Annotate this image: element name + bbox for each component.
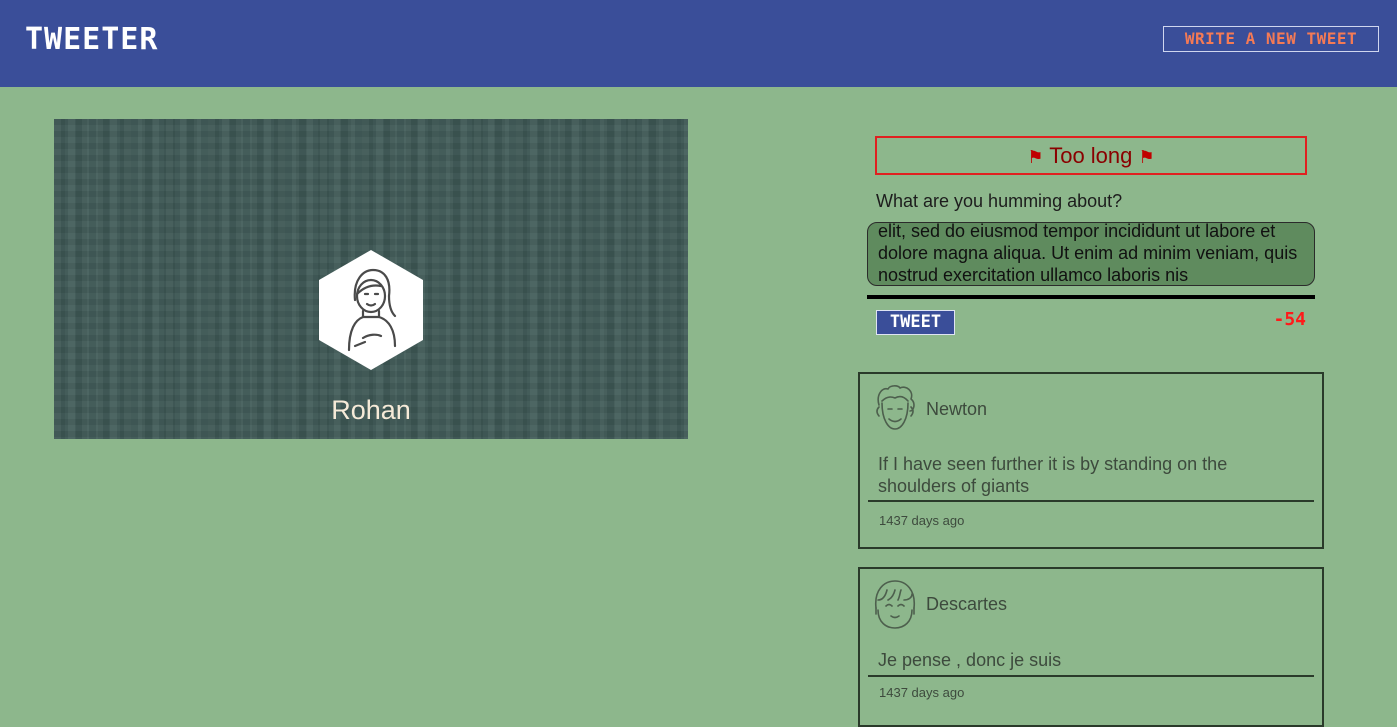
- top-nav: TWEETER WRITE A NEW TWEET: [0, 0, 1397, 87]
- tweet-body: If I have seen further it is by standing…: [878, 454, 1228, 496]
- tweet-submit-button[interactable]: TWEET: [876, 310, 955, 335]
- tweet-body: Je pense , donc je suis: [878, 650, 1062, 670]
- tweet-divider: [868, 500, 1314, 502]
- error-text: Too long: [1049, 143, 1133, 168]
- flag-icon: ⚑: [1027, 147, 1044, 167]
- user-avatar-icon: [319, 250, 423, 370]
- tweet-card: Descartes Je pense , donc je suis 1437 d…: [858, 567, 1324, 727]
- user-avatar-icon: [874, 580, 916, 629]
- character-counter: -54: [1273, 309, 1306, 330]
- profile-card: Rohan: [54, 119, 688, 439]
- error-message: ⚑ Too long ⚑: [875, 136, 1307, 175]
- tweet-author[interactable]: Descartes: [926, 594, 1007, 615]
- tweet-timestamp: 1437 days ago: [879, 513, 965, 528]
- tweet-textarea[interactable]: elit, sed do eiusmod tempor incididunt u…: [867, 222, 1315, 286]
- tweet-textarea-text: elit, sed do eiusmod tempor incididunt u…: [878, 222, 1298, 285]
- composer-label: What are you humming about?: [876, 191, 1123, 211]
- user-avatar-icon: [876, 385, 915, 430]
- profile-name: Rohan: [331, 395, 411, 425]
- composer-divider: [867, 295, 1315, 299]
- tweet-card: Newton If I have seen further it is by s…: [858, 372, 1324, 549]
- brand-logo[interactable]: TWEETER: [25, 22, 158, 57]
- tweet-divider: [868, 675, 1314, 677]
- flag-icon: ⚑: [1138, 147, 1155, 167]
- write-new-tweet-button[interactable]: WRITE A NEW TWEET: [1163, 26, 1379, 52]
- tweet-author[interactable]: Newton: [926, 399, 987, 420]
